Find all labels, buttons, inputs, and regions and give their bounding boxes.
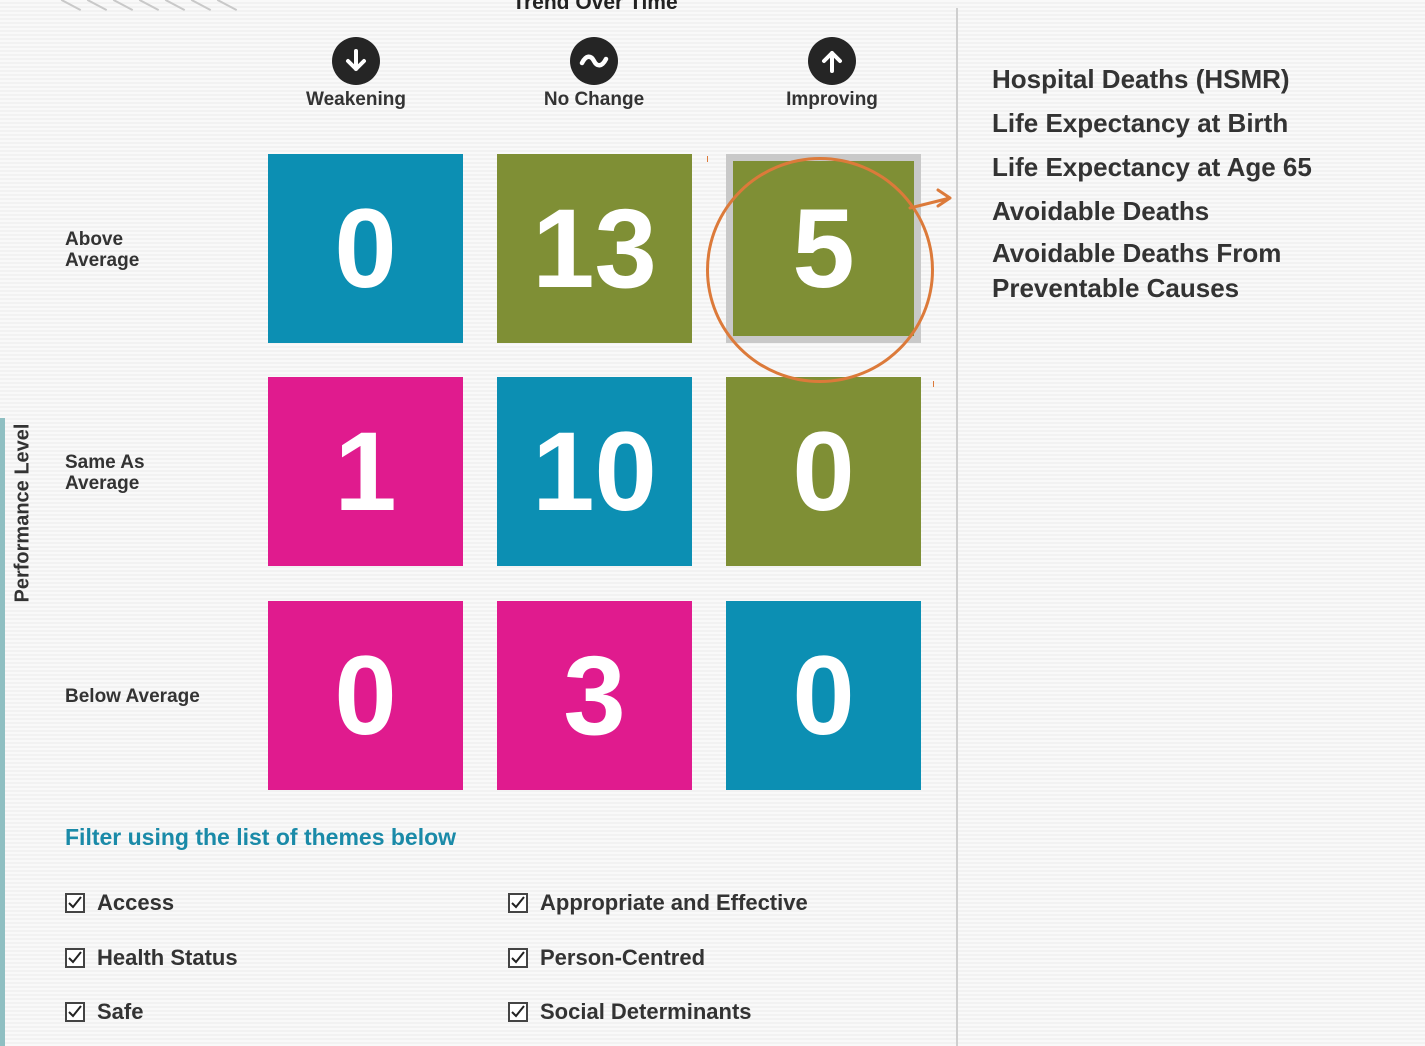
indicator-item[interactable]: Life Expectancy at Age 65 bbox=[992, 150, 1312, 185]
theme-label: Access bbox=[97, 890, 175, 915]
checkbox[interactable] bbox=[508, 948, 528, 968]
tile-same-weakening[interactable]: 1 bbox=[268, 377, 463, 566]
indicator-list: Hospital Deaths (HSMR) Life Expectancy a… bbox=[992, 62, 1312, 315]
tile-same-no-change[interactable]: 10 bbox=[497, 377, 692, 566]
tile-same-improving[interactable]: 0 bbox=[726, 377, 921, 566]
column-label: Improving bbox=[786, 89, 878, 110]
filter-title: Filter using the list of themes below bbox=[65, 824, 457, 850]
theme-label: Person-Centred bbox=[540, 945, 706, 970]
arrow-up-icon bbox=[808, 37, 856, 85]
indicator-line: Preventable Causes bbox=[992, 273, 1240, 303]
row-label-line: Average bbox=[65, 473, 140, 494]
tilde-icon bbox=[570, 37, 618, 85]
theme-safe[interactable]: Safe bbox=[65, 999, 143, 1025]
theme-health-status[interactable]: Health Status bbox=[65, 945, 238, 971]
row-label-line: Same As bbox=[65, 452, 145, 473]
column-improving[interactable]: Improving bbox=[752, 37, 912, 111]
column-weakening[interactable]: Weakening bbox=[276, 37, 436, 111]
column-label: Weakening bbox=[306, 89, 406, 110]
tile-above-improving[interactable]: 5 bbox=[726, 154, 921, 343]
annotation-tick bbox=[707, 156, 708, 162]
checkbox[interactable] bbox=[508, 1002, 528, 1022]
corner-decoration bbox=[60, 0, 260, 14]
tile-above-weakening[interactable]: 0 bbox=[268, 154, 463, 343]
theme-label: Safe bbox=[97, 999, 144, 1024]
checkbox[interactable] bbox=[65, 893, 85, 913]
checkbox[interactable] bbox=[65, 1002, 85, 1022]
check-icon bbox=[511, 951, 525, 964]
arrow-down-icon bbox=[332, 37, 380, 85]
indicator-line: Avoidable Deaths From bbox=[992, 238, 1282, 268]
row-label-line: Average bbox=[65, 250, 140, 271]
trend-over-time-title: Trend Over Time bbox=[512, 0, 678, 14]
pointer-arrow-icon bbox=[908, 188, 952, 210]
checkbox[interactable] bbox=[65, 948, 85, 968]
indicator-item[interactable]: Avoidable Deaths From Preventable Causes bbox=[992, 236, 1312, 306]
theme-label: Social Determinants bbox=[540, 999, 752, 1024]
tile-below-weakening[interactable]: 0 bbox=[268, 601, 463, 790]
row-label-line: Above bbox=[65, 229, 124, 250]
panel-divider bbox=[956, 8, 958, 1046]
tile-above-no-change[interactable]: 13 bbox=[497, 154, 692, 343]
column-no-change[interactable]: No Change bbox=[514, 37, 674, 111]
row-label-same-as-average: Same As Average bbox=[65, 452, 145, 494]
tile-below-improving[interactable]: 0 bbox=[726, 601, 921, 790]
check-icon bbox=[68, 951, 82, 964]
annotation-tick bbox=[933, 381, 934, 387]
tile-below-no-change[interactable]: 3 bbox=[497, 601, 692, 790]
theme-label: Health Status bbox=[97, 945, 238, 970]
check-icon bbox=[511, 896, 525, 909]
indicator-item[interactable]: Hospital Deaths (HSMR) bbox=[992, 62, 1312, 97]
check-icon bbox=[68, 896, 82, 909]
row-label-below-average: Below Average bbox=[65, 686, 200, 707]
theme-label: Appropriate and Effective bbox=[540, 890, 808, 915]
left-accent-strip bbox=[0, 418, 5, 1046]
row-label-line: Below Average bbox=[65, 686, 200, 707]
theme-person-centred[interactable]: Person-Centred bbox=[508, 945, 705, 971]
theme-access[interactable]: Access bbox=[65, 890, 174, 916]
check-icon bbox=[511, 1005, 525, 1018]
indicator-item[interactable]: Life Expectancy at Birth bbox=[992, 106, 1312, 141]
checkbox[interactable] bbox=[508, 893, 528, 913]
check-icon bbox=[68, 1005, 82, 1018]
y-axis-label: Performance Level bbox=[11, 423, 34, 603]
theme-appropriate-and-effective[interactable]: Appropriate and Effective bbox=[508, 890, 808, 916]
indicator-item[interactable]: Avoidable Deaths bbox=[992, 194, 1312, 229]
row-label-above-average: Above Average bbox=[65, 229, 139, 271]
column-label: No Change bbox=[543, 89, 645, 110]
theme-social-determinants[interactable]: Social Determinants bbox=[508, 999, 752, 1025]
